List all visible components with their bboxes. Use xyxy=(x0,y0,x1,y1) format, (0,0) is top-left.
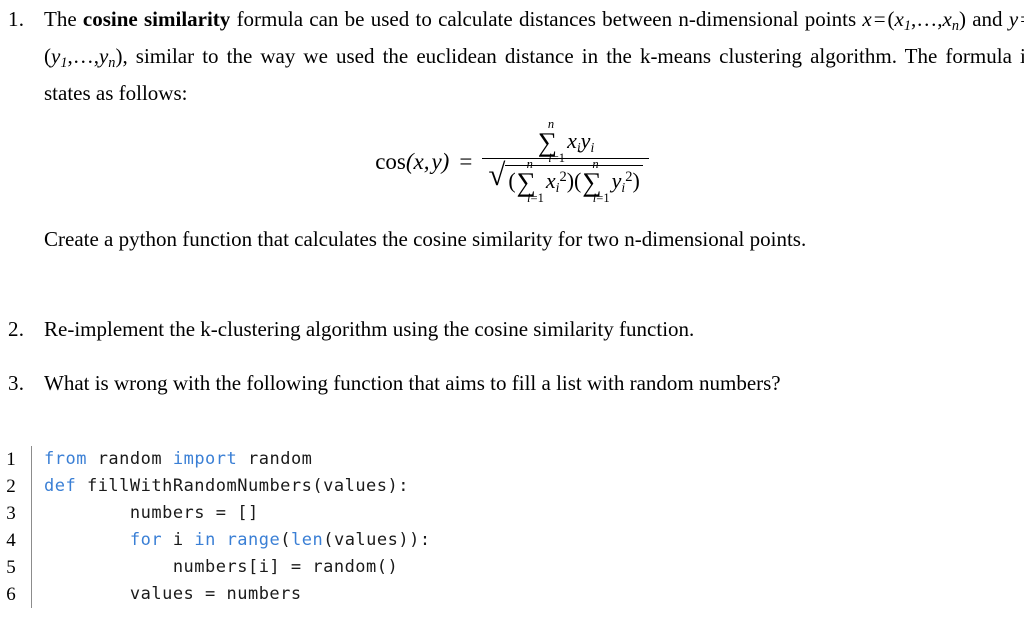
code-line: 1 from random import random xyxy=(0,446,1024,473)
code-line: 5 numbers[i] = random() xyxy=(0,554,1024,581)
formula-function-args: (x, y) xyxy=(405,149,450,175)
code-gutter-rule xyxy=(31,446,32,473)
question-item-1-followup: Create a python function that calculates… xyxy=(0,224,1024,254)
question-1-followup-text: Create a python function that calculates… xyxy=(44,227,807,251)
code-token: i xyxy=(162,530,195,550)
formula-fraction: n ∑ i=1 xiyi √(n ∑ i=1 xi2)(n ∑ i=1 yi2) xyxy=(482,117,649,205)
denominator-right-paren: ) xyxy=(632,168,640,194)
denominator-x-limit-bottom: i=1 xyxy=(527,190,544,205)
code-line-text[interactable]: numbers = [] xyxy=(44,500,1024,527)
code-line-text[interactable]: for i in range(len(values)): xyxy=(44,527,1024,554)
denominator-y-limit-bottom: i=1 xyxy=(592,190,610,205)
question-marker-1: 1. xyxy=(8,7,25,31)
code-token: ( xyxy=(280,530,291,550)
code-keyword: def xyxy=(44,476,77,496)
question-text-1: The cosine similarity formula can be use… xyxy=(44,4,1024,108)
code-line-text[interactable]: def fillWithRandomNumbers(values): xyxy=(44,473,1024,500)
code-token: values = numbers xyxy=(44,584,302,604)
formula-expression: cos(x, y) = n ∑ i=1 xiyi √(n ∑ i=1 xi2)(n ∑ i=1 yi… xyxy=(375,117,649,205)
numerator-term-y: y xyxy=(580,128,591,153)
question-marker-3: 3. xyxy=(8,371,25,395)
code-line-number: 2 xyxy=(6,476,16,497)
code-token: random xyxy=(237,449,313,469)
denominator-sigma-y: n ∑ i=1 xyxy=(582,157,609,205)
code-line-text[interactable]: values = numbers xyxy=(44,581,1024,608)
code-line-number: 6 xyxy=(6,584,16,605)
cosine-similarity-formula: cos(x, y) = n ∑ i=1 xiyi √(n ∑ i=1 xi2)(n ∑ i=1 yi… xyxy=(0,117,1024,205)
code-keyword: from xyxy=(44,449,87,469)
denominator-x-exponent: 2 xyxy=(559,168,567,185)
code-keyword: in xyxy=(194,530,216,550)
question-1-text-part-1: The xyxy=(44,7,83,31)
code-block: 1 from random import random 2 def fillWithR… xyxy=(0,446,1024,608)
code-line-text[interactable]: numbers[i] = random() xyxy=(44,554,1024,581)
code-line: 6 values = numbers xyxy=(0,581,1024,608)
code-token: random xyxy=(86,449,173,469)
question-text-3: What is wrong with the following functio… xyxy=(44,371,781,395)
code-token: fillWithRandomNumbers(values): xyxy=(76,476,409,496)
code-token: numbers = [] xyxy=(44,503,259,523)
numerator-limit-top: n xyxy=(547,117,555,132)
code-line: 3 numbers = [] xyxy=(0,500,1024,527)
document-page: 1. The cosine similarity formula can be … xyxy=(0,0,1024,638)
code-keyword: import xyxy=(172,449,238,469)
formula-equals-sign: = xyxy=(459,149,473,175)
radicand: (n ∑ i=1 xi2)(n ∑ i=1 yi2) xyxy=(505,157,643,205)
code-keyword: len xyxy=(291,530,324,550)
denominator-x-limit-top: n xyxy=(526,157,533,172)
question-1-text-part-4: , similar to the way we used the euclide… xyxy=(44,43,1024,105)
question-1-text-part-3: and xyxy=(965,7,1009,31)
code-line-number: 3 xyxy=(6,503,16,524)
question-marker-2: 2. xyxy=(8,317,25,341)
question-item-3: 3. What is wrong with the following func… xyxy=(0,368,1024,398)
code-line: 2 def fillWithRandomNumbers(values): xyxy=(0,473,1024,500)
code-token: (values)): xyxy=(323,530,431,550)
denominator-y-limit-top: n xyxy=(592,157,599,172)
radical-icon: √ xyxy=(488,157,506,193)
code-line-number: 4 xyxy=(6,530,16,551)
code-token: numbers[i] = random() xyxy=(44,557,399,577)
code-gutter-rule xyxy=(31,581,32,608)
numerator-term-x: x xyxy=(567,128,577,153)
code-gutter-rule xyxy=(31,527,32,554)
formula-numerator: n ∑ i=1 xiyi xyxy=(482,117,649,165)
code-keyword: for xyxy=(129,530,163,550)
code-gutter-rule xyxy=(31,500,32,527)
denominator-sigma-x: n ∑ i=1 xyxy=(517,157,544,205)
code-gutter-rule xyxy=(31,554,32,581)
question-1-bold-term: cosine similarity xyxy=(82,7,231,31)
code-line-text[interactable]: from random import random xyxy=(44,446,1024,473)
code-line-number: 5 xyxy=(6,557,16,578)
formula-left-hand-side: cos(x, y) xyxy=(375,149,449,175)
formula-function-name: cos xyxy=(375,149,406,175)
denominator-term-y: y xyxy=(611,168,622,194)
code-line-number: 1 xyxy=(6,449,16,470)
code-keyword: range xyxy=(226,530,281,550)
square-root: √(n ∑ i=1 xi2)(n ∑ i=1 yi2) xyxy=(488,157,643,205)
code-gutter-rule xyxy=(31,473,32,500)
inline-math-x: x=(x1,…,xn) xyxy=(862,7,966,34)
question-item-2: 2. Re-implement the k-clustering algorit… xyxy=(0,314,1024,344)
formula-denominator: √(n ∑ i=1 xi2)(n ∑ i=1 yi2) xyxy=(482,157,648,205)
numerator-sigma: n ∑ i=1 xyxy=(538,117,565,165)
code-line: 4 for i in range(len(values)): xyxy=(0,527,1024,554)
question-item-1: 1. The cosine similarity formula can be … xyxy=(0,4,1024,108)
question-1-text-part-2: formula can be used to calculate distanc… xyxy=(230,7,863,31)
denominator-term-x: x xyxy=(545,168,556,194)
question-text-2: Re-implement the k-clustering algorithm … xyxy=(44,317,695,341)
denominator-middle-parens: )( xyxy=(566,168,582,194)
